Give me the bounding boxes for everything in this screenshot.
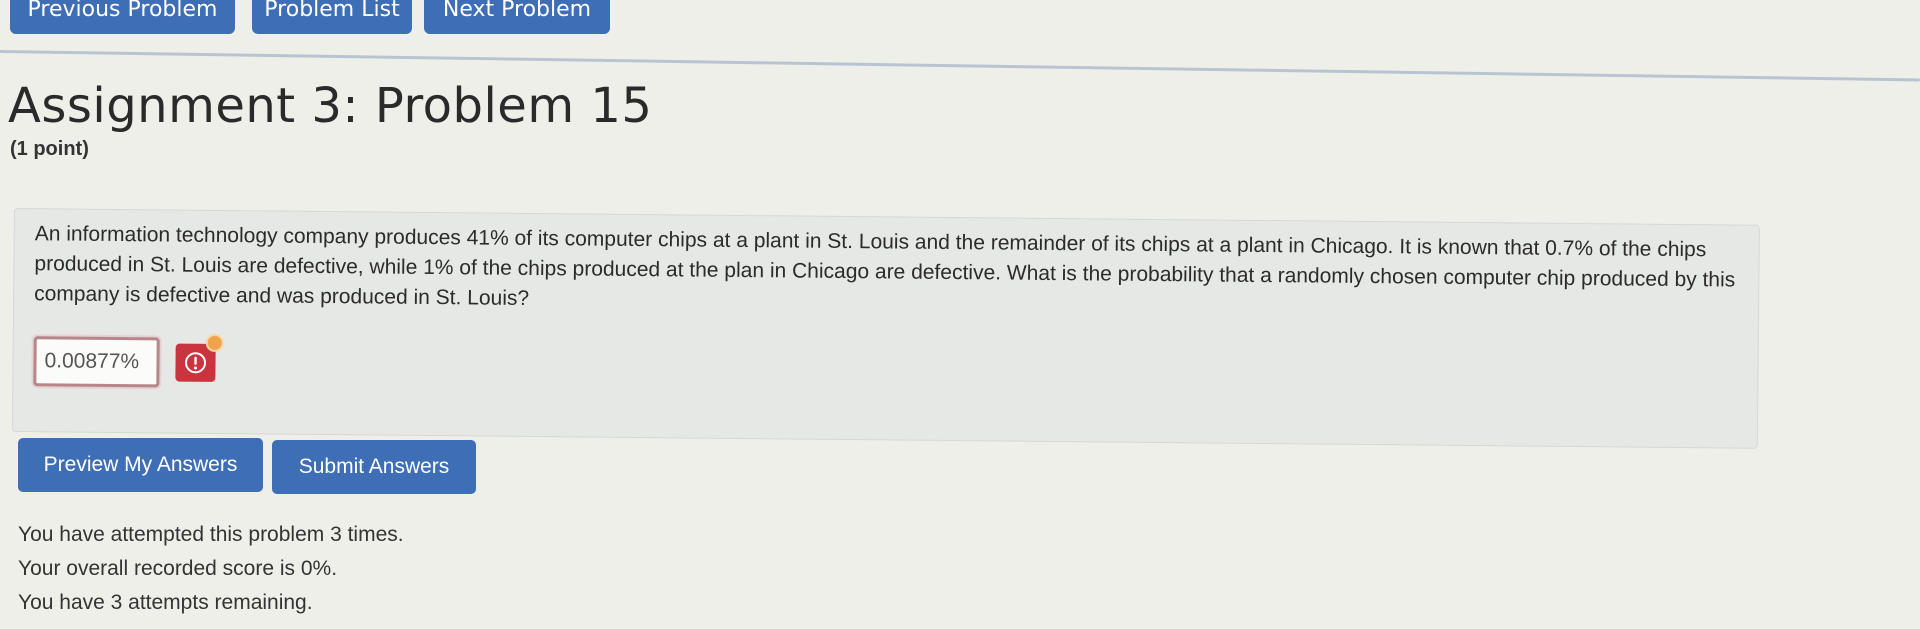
- preview-answers-button[interactable]: Preview My Answers: [18, 438, 263, 492]
- incorrect-answer-badge[interactable]: [175, 333, 224, 382]
- score-text: Your overall recorded score is 0%.: [18, 557, 338, 580]
- attempts-text: You have attempted this problem 3 times.: [18, 523, 404, 546]
- alert-dot-icon: [205, 333, 224, 353]
- previous-problem-button[interactable]: Previous Problem: [10, 0, 235, 34]
- next-problem-button[interactable]: Next Problem: [424, 0, 610, 34]
- problem-container: An information technology company produc…: [11, 208, 1760, 449]
- attempt-status: You have attempted this problem 3 times.…: [18, 518, 404, 620]
- answer-input[interactable]: [33, 336, 160, 388]
- submit-answers-button[interactable]: Submit Answers: [272, 440, 476, 494]
- answer-row: [33, 333, 224, 388]
- remaining-attempts-text: You have 3 attempts remaining.: [18, 591, 313, 614]
- point-value: (1 point): [10, 138, 89, 160]
- header-divider: [0, 50, 1920, 82]
- page-title: Assignment 3: Problem 15: [8, 78, 653, 134]
- problem-list-button[interactable]: Problem List: [252, 0, 412, 34]
- top-nav: Previous Problem Problem List Next Probl…: [0, 0, 1920, 52]
- exclamation-circle-icon: [185, 352, 207, 374]
- problem-statement: An information technology company produc…: [34, 222, 1736, 310]
